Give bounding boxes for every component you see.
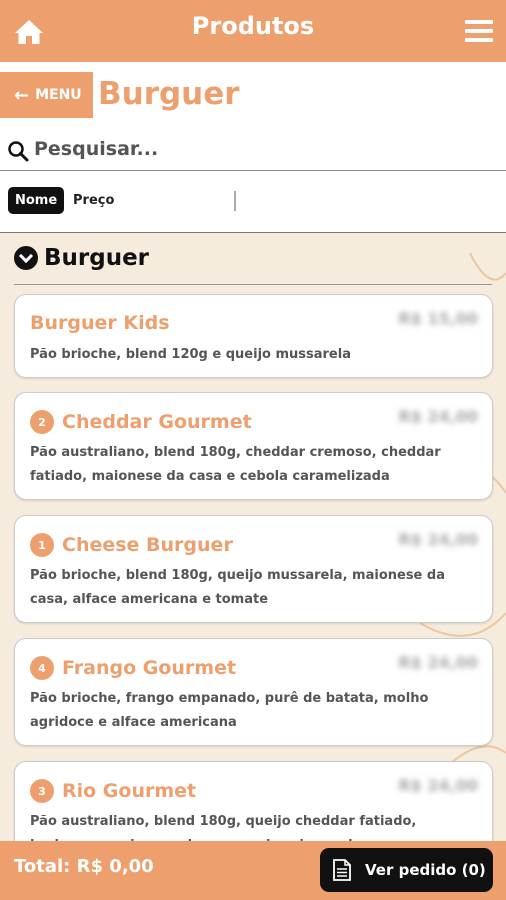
product-name: 2 Cheddar Gourmet [30,410,252,434]
product-price: R$ 24,00 [398,776,478,795]
sort-divider [234,191,236,211]
product-name: Burguer Kids [30,312,170,334]
product-price: R$ 24,00 [398,407,478,426]
search-bar [0,126,506,171]
view-order-button[interactable]: Ver pedido (0) [320,848,493,892]
top-bar-title: Produtos [191,12,315,40]
page-title: Burguer [98,76,240,112]
product-card[interactable]: 1 Cheese Burguer R$ 24,00 Pão brioche, b… [14,515,493,623]
search-icon [8,141,29,162]
product-description: Pão australiano, blend 180g, cheddar cre… [30,445,441,484]
product-name-text: Cheese Burguer [62,534,233,556]
search-input[interactable] [34,132,474,166]
sort-by-price-button[interactable]: Preço [73,193,114,208]
sort-bar: Nome Preço [0,171,506,233]
top-bar: Produtos [0,0,506,62]
chevron-down-circle-icon [14,246,38,270]
product-description: Pão australiano, blend 180g, queijo ched… [30,814,417,841]
quantity-badge: 3 [30,779,54,803]
product-name: 3 Rio Gourmet [30,779,196,803]
product-name-text: Rio Gourmet [62,780,197,802]
product-name-text: Cheddar Gourmet [62,411,252,433]
product-card[interactable]: 3 Rio Gourmet R$ 24,00 Pão australiano, … [14,761,493,841]
hamburger-menu-icon[interactable] [465,20,493,44]
product-description: Pão brioche, blend 180g, queijo mussarel… [30,568,445,607]
quantity-badge: 1 [30,533,54,557]
product-description: Pão brioche, frango empanado, purê de ba… [30,691,429,730]
product-name: 4 Frango Gourmet [30,656,236,680]
back-to-menu-button[interactable]: ← MENU [0,72,93,118]
quantity-badge: 2 [30,410,54,434]
arrow-left-icon: ← [14,84,30,106]
product-price: R$ 24,00 [398,530,478,549]
section-header-burguer[interactable]: Burguer [14,245,149,271]
order-total: Total: R$ 0,00 [14,856,154,877]
section-title: Burguer [44,245,150,271]
product-price: R$ 15,00 [398,309,478,328]
section-divider [14,284,492,285]
product-name-text: Burguer Kids [30,312,170,334]
product-name-text: Frango Gourmet [62,657,237,679]
product-card[interactable]: 2 Cheddar Gourmet R$ 24,00 Pão australia… [14,392,493,500]
footer-bar: Total: R$ 0,00 Ver pedido (0) [0,841,506,900]
product-name: 1 Cheese Burguer [30,533,233,557]
product-list[interactable]: Burguer Burguer Kids R$ 15,00 Pão brioch… [0,233,506,841]
category-header: ← MENU Burguer [0,62,506,126]
back-button-label: MENU [35,87,82,103]
document-icon [333,859,351,881]
sort-by-name-button[interactable]: Nome [8,187,65,214]
product-card[interactable]: 4 Frango Gourmet R$ 24,00 Pão brioche, f… [14,638,493,746]
quantity-badge: 4 [30,656,54,680]
product-card[interactable]: Burguer Kids R$ 15,00 Pão brioche, blend… [14,294,493,378]
view-order-label: Ver pedido (0) [365,861,486,879]
product-description: Pão brioche, blend 120g e queijo mussare… [30,347,351,362]
product-price: R$ 24,00 [398,653,478,672]
